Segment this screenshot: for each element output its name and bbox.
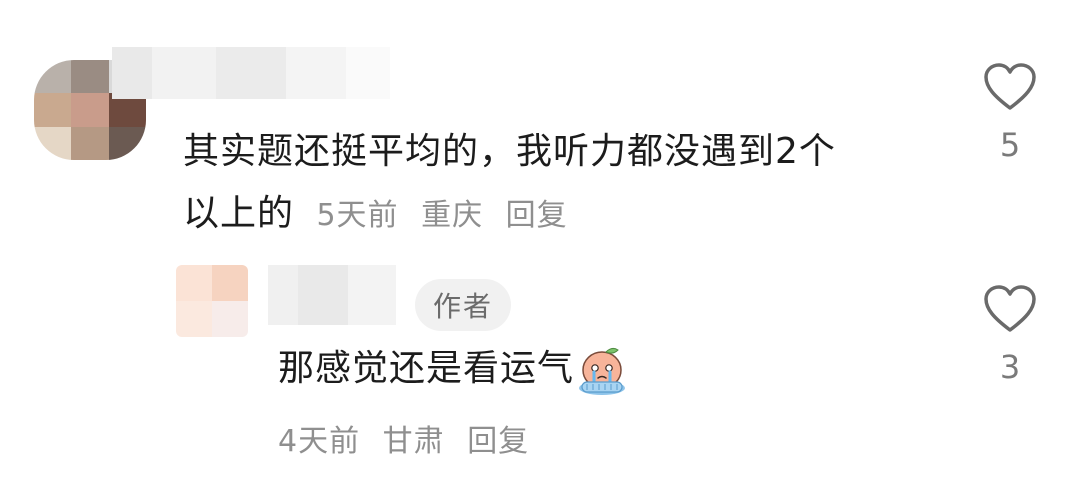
username-blurred[interactable] bbox=[112, 47, 390, 99]
reply-like-control: 3 bbox=[980, 284, 1040, 386]
reply-location: 甘肃 bbox=[382, 424, 445, 459]
reply-avatar[interactable] bbox=[176, 265, 248, 337]
like-count: 5 bbox=[999, 126, 1021, 164]
reply-meta: 4天前 甘肃 回复 bbox=[278, 416, 541, 460]
like-control: 5 bbox=[980, 62, 1040, 164]
comment-meta: 5天前 重庆 回复 bbox=[316, 198, 579, 233]
comment-text-line1: 其实题还挺平均的，我听力都没遇到2个 bbox=[183, 131, 836, 172]
comment-location: 重庆 bbox=[421, 198, 484, 233]
comment-section: 其实题还挺平均的，我听力都没遇到2个 以上的 5天前 重庆 回复 5 作者 那感… bbox=[0, 0, 1080, 483]
comment-text-line2-row: 以上的 5天前 重庆 回复 bbox=[183, 190, 580, 240]
comment-text-line2: 以上的 bbox=[183, 193, 295, 234]
author-badge: 作者 bbox=[415, 279, 511, 331]
heart-icon[interactable] bbox=[982, 284, 1038, 334]
reply-text-row: 那感觉还是看运气 bbox=[278, 344, 628, 396]
reply-text: 那感觉还是看运气 bbox=[278, 348, 575, 389]
reply-like-count: 3 bbox=[999, 348, 1021, 386]
reply-time: 4天前 bbox=[278, 424, 361, 459]
crying-peach-emoji bbox=[579, 347, 626, 395]
reply-reply-button[interactable]: 回复 bbox=[467, 424, 529, 459]
heart-icon[interactable] bbox=[982, 62, 1038, 112]
comment-time: 5天前 bbox=[316, 198, 399, 233]
reply-username-blurred[interactable] bbox=[268, 265, 396, 325]
reply-button[interactable]: 回复 bbox=[506, 198, 568, 233]
